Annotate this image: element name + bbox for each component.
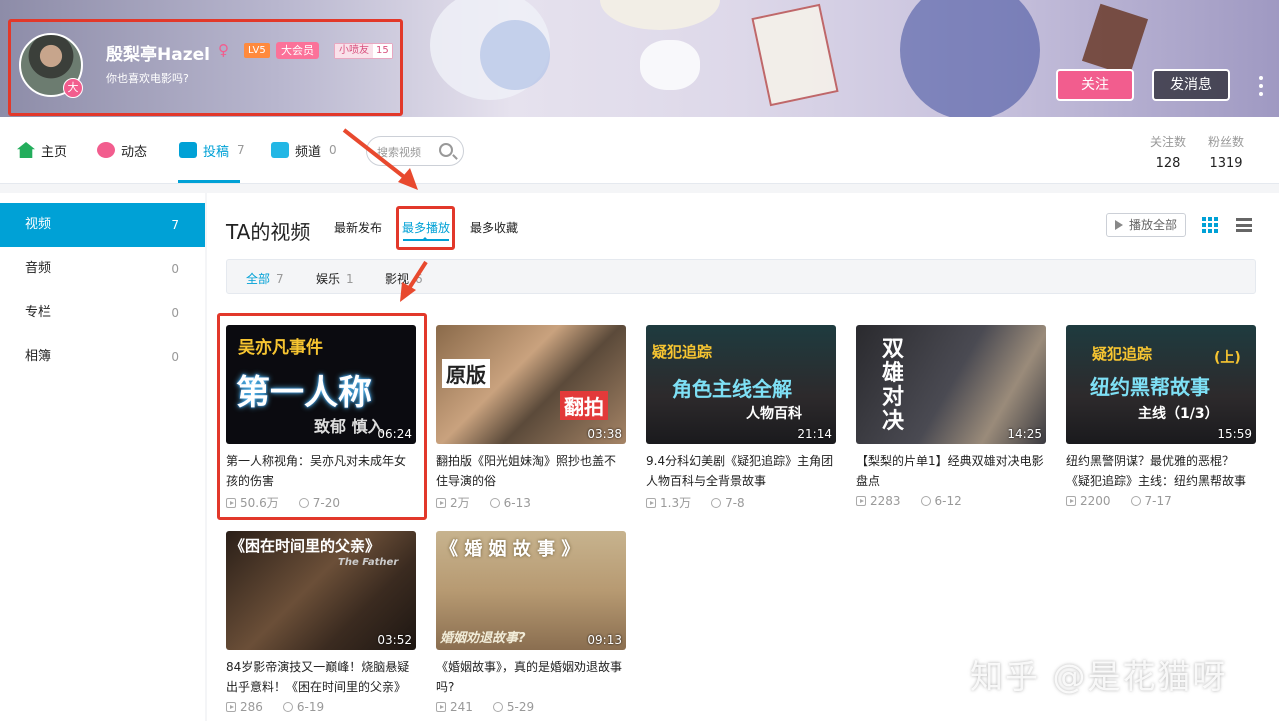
annotation-arrowhead xyxy=(398,168,418,190)
annotation-arrowhead xyxy=(400,282,416,302)
annotation-arrow xyxy=(406,260,428,292)
annotation-arrow xyxy=(342,128,410,182)
annotation-arrows xyxy=(342,128,428,302)
watermark: 知乎 @是花猫呀 xyxy=(970,657,1228,696)
